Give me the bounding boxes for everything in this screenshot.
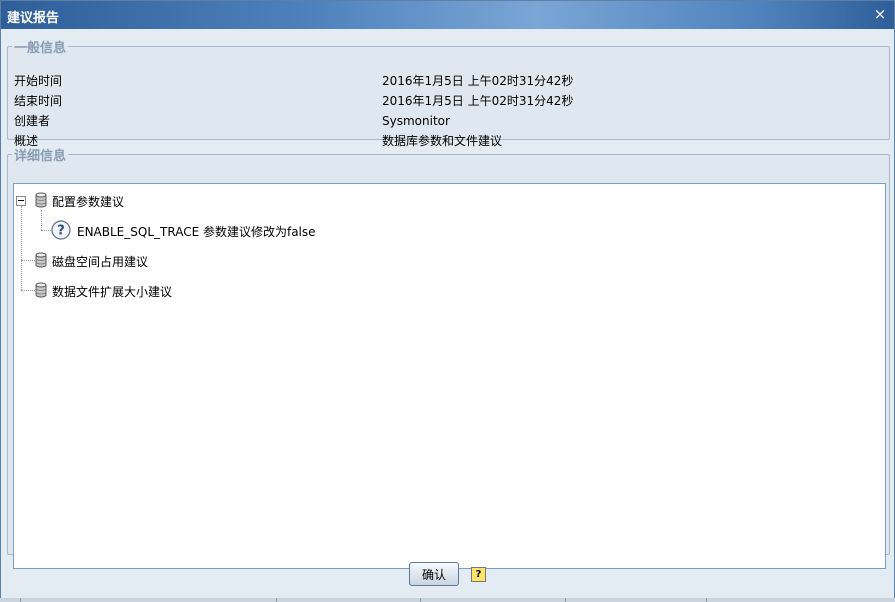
tree-branch-line [21,260,35,261]
database-icon [35,252,47,268]
confirm-button[interactable]: 确认 [409,562,459,586]
general-info-legend: 一般信息 [14,41,67,56]
title-bar[interactable]: 建议报告 × [1,1,894,29]
general-info-group: 一般信息 开始时间 2016年1月5日 上午02时31分42秒 结束时间 201… [7,37,890,148]
tree-branch-line [21,290,35,291]
dialog-footer: 确认 ? [1,557,894,593]
tree-node-label: 磁盘空间占用建议 [52,255,149,269]
creator-label: 创建者 [14,114,51,128]
statusbar-divider [706,598,707,602]
question-icon: ? [51,220,71,240]
end-time-value: 2016年1月5日 上午02时31分42秒 [382,94,574,108]
help-icon[interactable]: ? [471,567,486,582]
statusbar-divider [20,598,21,602]
detail-info-legend: 详细信息 [14,149,67,164]
statusbar-divider [276,598,277,602]
statusbar-divider [420,598,421,602]
tree-branch-line [41,230,51,231]
tree-node-label: 数据文件扩展大小建议 [52,285,173,299]
collapse-toggle-icon[interactable] [16,196,26,206]
statusbar-divider [565,598,566,602]
database-icon [35,282,47,298]
database-icon [35,192,47,208]
start-time-value: 2016年1月5日 上午02时31分42秒 [382,74,574,88]
end-time-label: 结束时间 [14,94,63,108]
svg-text:?: ? [57,224,65,239]
close-icon[interactable]: × [872,6,888,22]
window-title: 建议报告 [7,11,60,26]
creator-value: Sysmonitor [382,114,450,128]
tree-child-line [41,210,42,230]
tree-node-label: ENABLE_SQL_TRACE 参数建议修改为false [77,225,316,239]
tree-root-line [21,206,22,290]
tree-node-label: 配置参数建议 [52,195,125,209]
advice-report-dialog: 建议报告 × 一般信息 开始时间 2016年1月5日 上午02时31分42秒 结… [0,0,895,599]
background-statusbar [0,598,895,602]
advice-tree[interactable]: 配置参数建议 ? ENABLE_SQL_TRACE 参数建议修改为false 磁… [13,183,886,569]
start-time-label: 开始时间 [14,74,63,88]
detail-info-group: 详细信息 配置参数建议 ? ENABLE_SQL_TRACE 参数建议修改为fa… [7,145,890,569]
